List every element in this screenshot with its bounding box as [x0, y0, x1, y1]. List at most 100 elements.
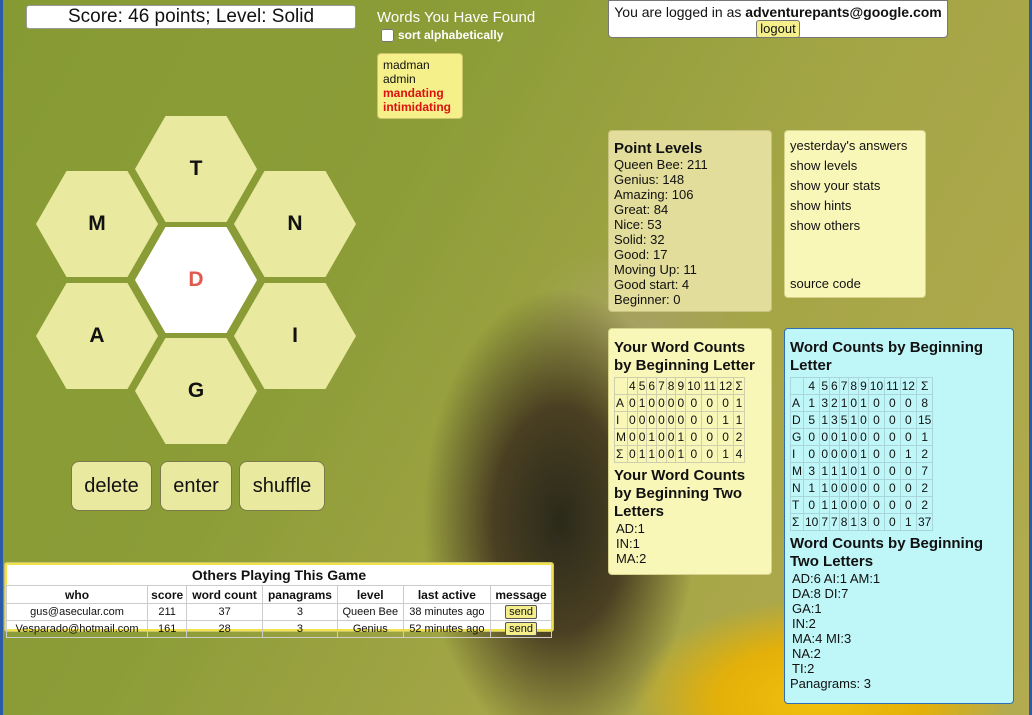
level-item: Good start: 4: [614, 277, 690, 292]
others-column-header: who: [5, 585, 149, 604]
source-code-link[interactable]: source code: [790, 276, 861, 291]
count-cell: 3: [802, 462, 821, 480]
count-cell: 3: [858, 513, 869, 531]
count-cell: 0: [858, 479, 869, 497]
count-cell: 0: [867, 513, 886, 531]
level-item: Queen Bee: 211: [614, 157, 708, 172]
others-table: who score word count panagrams level last act…: [5, 585, 552, 638]
count-cell: 5: [802, 411, 821, 429]
your-counts-table: 4 5 6 7 8 9 10 11 12 Σ A 0 1 0 0 0 0 0 0 0 1 I 0 0 0 0 0 0 0 0 1 1 M 0 0 1 0…: [614, 377, 745, 463]
count-cell: 0: [867, 479, 886, 497]
count-cell: 0: [656, 394, 667, 412]
level-item: Good: 17: [614, 247, 668, 262]
count-row-label: I: [614, 411, 628, 429]
count-cell: 1: [848, 411, 860, 429]
count-cell: Σ: [915, 377, 934, 395]
count-cell: 6: [646, 377, 658, 395]
hex-letter-upper-left[interactable]: M: [36, 171, 158, 277]
count-cell: 0: [884, 445, 901, 463]
two-letter-count: AD:1: [616, 521, 645, 536]
count-cell: 1: [819, 411, 831, 429]
window-edge-left: [0, 0, 3, 715]
found-words-title: Words You Have Found: [377, 9, 536, 26]
count-cell: 0: [701, 428, 718, 446]
count-cell: 1: [829, 496, 840, 514]
count-cell: 0: [867, 411, 886, 429]
count-cell: 0: [884, 411, 901, 429]
found-word: admin: [383, 72, 416, 86]
count-cell: 1: [716, 445, 735, 463]
others-row: Vesparado@hotmail.com 161 28 3 Genius 52 minu…: [5, 620, 552, 638]
two-letter-count: MA:2: [616, 551, 647, 566]
login-prefix: You are logged in as: [614, 4, 742, 20]
count-cell: 0: [848, 462, 860, 480]
all-two-letter-title: Word Counts by Beginning Two Letters: [790, 535, 984, 570]
count-row: M0010010002: [614, 428, 745, 446]
enter-button[interactable]: enter: [160, 461, 232, 511]
count-cell: 2: [829, 394, 840, 412]
count-cell: 3: [829, 411, 840, 429]
count-cell: 0: [858, 428, 869, 446]
hex-letter-bottom[interactable]: G: [135, 338, 257, 444]
others-cell-level: Queen Bee: [336, 603, 404, 621]
count-row-label: G: [790, 428, 804, 446]
count-cell: 0: [627, 428, 638, 446]
count-cell: 1: [802, 394, 821, 412]
count-row-label: I: [790, 445, 804, 463]
two-letter-count: NA:2: [792, 646, 821, 661]
count-cell: 0: [819, 428, 831, 446]
logout-button[interactable]: logout: [756, 20, 800, 38]
hex-letter-lower-left[interactable]: A: [36, 283, 158, 389]
delete-button[interactable]: delete: [71, 461, 152, 511]
count-cell: 0: [656, 428, 667, 446]
hex-letter-lower-right[interactable]: I: [234, 283, 356, 389]
count-cell: 0: [867, 445, 886, 463]
hex-letter-center[interactable]: D: [135, 227, 257, 333]
count-cell: 10: [802, 513, 821, 531]
login-box: You are logged in as adventurepants@goog…: [608, 0, 948, 38]
count-cell: 0: [627, 394, 638, 412]
show-hints-link[interactable]: show hints: [790, 198, 920, 218]
send-message-button[interactable]: send: [505, 622, 537, 636]
your-two-letter-title: Your Word Counts by Beginning Two Letter…: [614, 467, 746, 520]
count-cell: 0: [675, 411, 687, 429]
count-cell: 5: [838, 411, 850, 429]
count-cell: 8: [915, 394, 934, 412]
count-cell: 0: [899, 462, 917, 480]
count-cell: 8: [665, 377, 677, 395]
links-panel: yesterday's answers show levels show you…: [784, 130, 926, 298]
count-cell: 1: [899, 513, 917, 531]
count-cell: Σ: [733, 377, 745, 395]
hex-letter-upper-right[interactable]: N: [234, 171, 356, 277]
send-message-button[interactable]: send: [505, 605, 537, 619]
score-display: Score: 46 points; Level: Solid: [26, 5, 356, 29]
count-cell: 0: [848, 445, 860, 463]
show-levels-link[interactable]: show levels: [790, 158, 920, 178]
count-row-label: N: [790, 479, 804, 497]
others-cell-pan: 3: [261, 603, 338, 621]
others-column-header: word count: [186, 585, 263, 604]
count-cell: 0: [685, 445, 703, 463]
count-cell: 1: [858, 445, 869, 463]
show-others-link[interactable]: show others: [790, 218, 920, 238]
others-cell-words: 28: [186, 620, 263, 638]
count-cell: 0: [838, 445, 850, 463]
count-cell: 0: [884, 513, 901, 531]
count-cell: 1: [819, 496, 831, 514]
yesterdays-answers-link[interactable]: yesterday's answers: [790, 138, 920, 158]
count-cell: 0: [829, 428, 840, 446]
shuffle-button[interactable]: shuffle: [239, 461, 325, 511]
count-cell: 0: [656, 445, 667, 463]
others-cell-level: Genius: [336, 620, 404, 638]
count-cell: 1: [733, 394, 745, 412]
hex-letter-top[interactable]: T: [135, 116, 257, 222]
sort-alphabetically-toggle[interactable]: sort alphabetically: [381, 28, 503, 42]
found-word-pangram: intimidating: [383, 100, 451, 114]
sort-checkbox[interactable]: [381, 28, 394, 42]
show-stats-link[interactable]: show your stats: [790, 178, 920, 198]
found-words-list: madman admin mandating intimidating: [377, 53, 463, 119]
others-column-header: score: [147, 585, 188, 604]
count-cell: 0: [685, 428, 703, 446]
count-cell: 1: [838, 462, 850, 480]
others-cell-active: 38 minutes ago: [402, 603, 492, 621]
